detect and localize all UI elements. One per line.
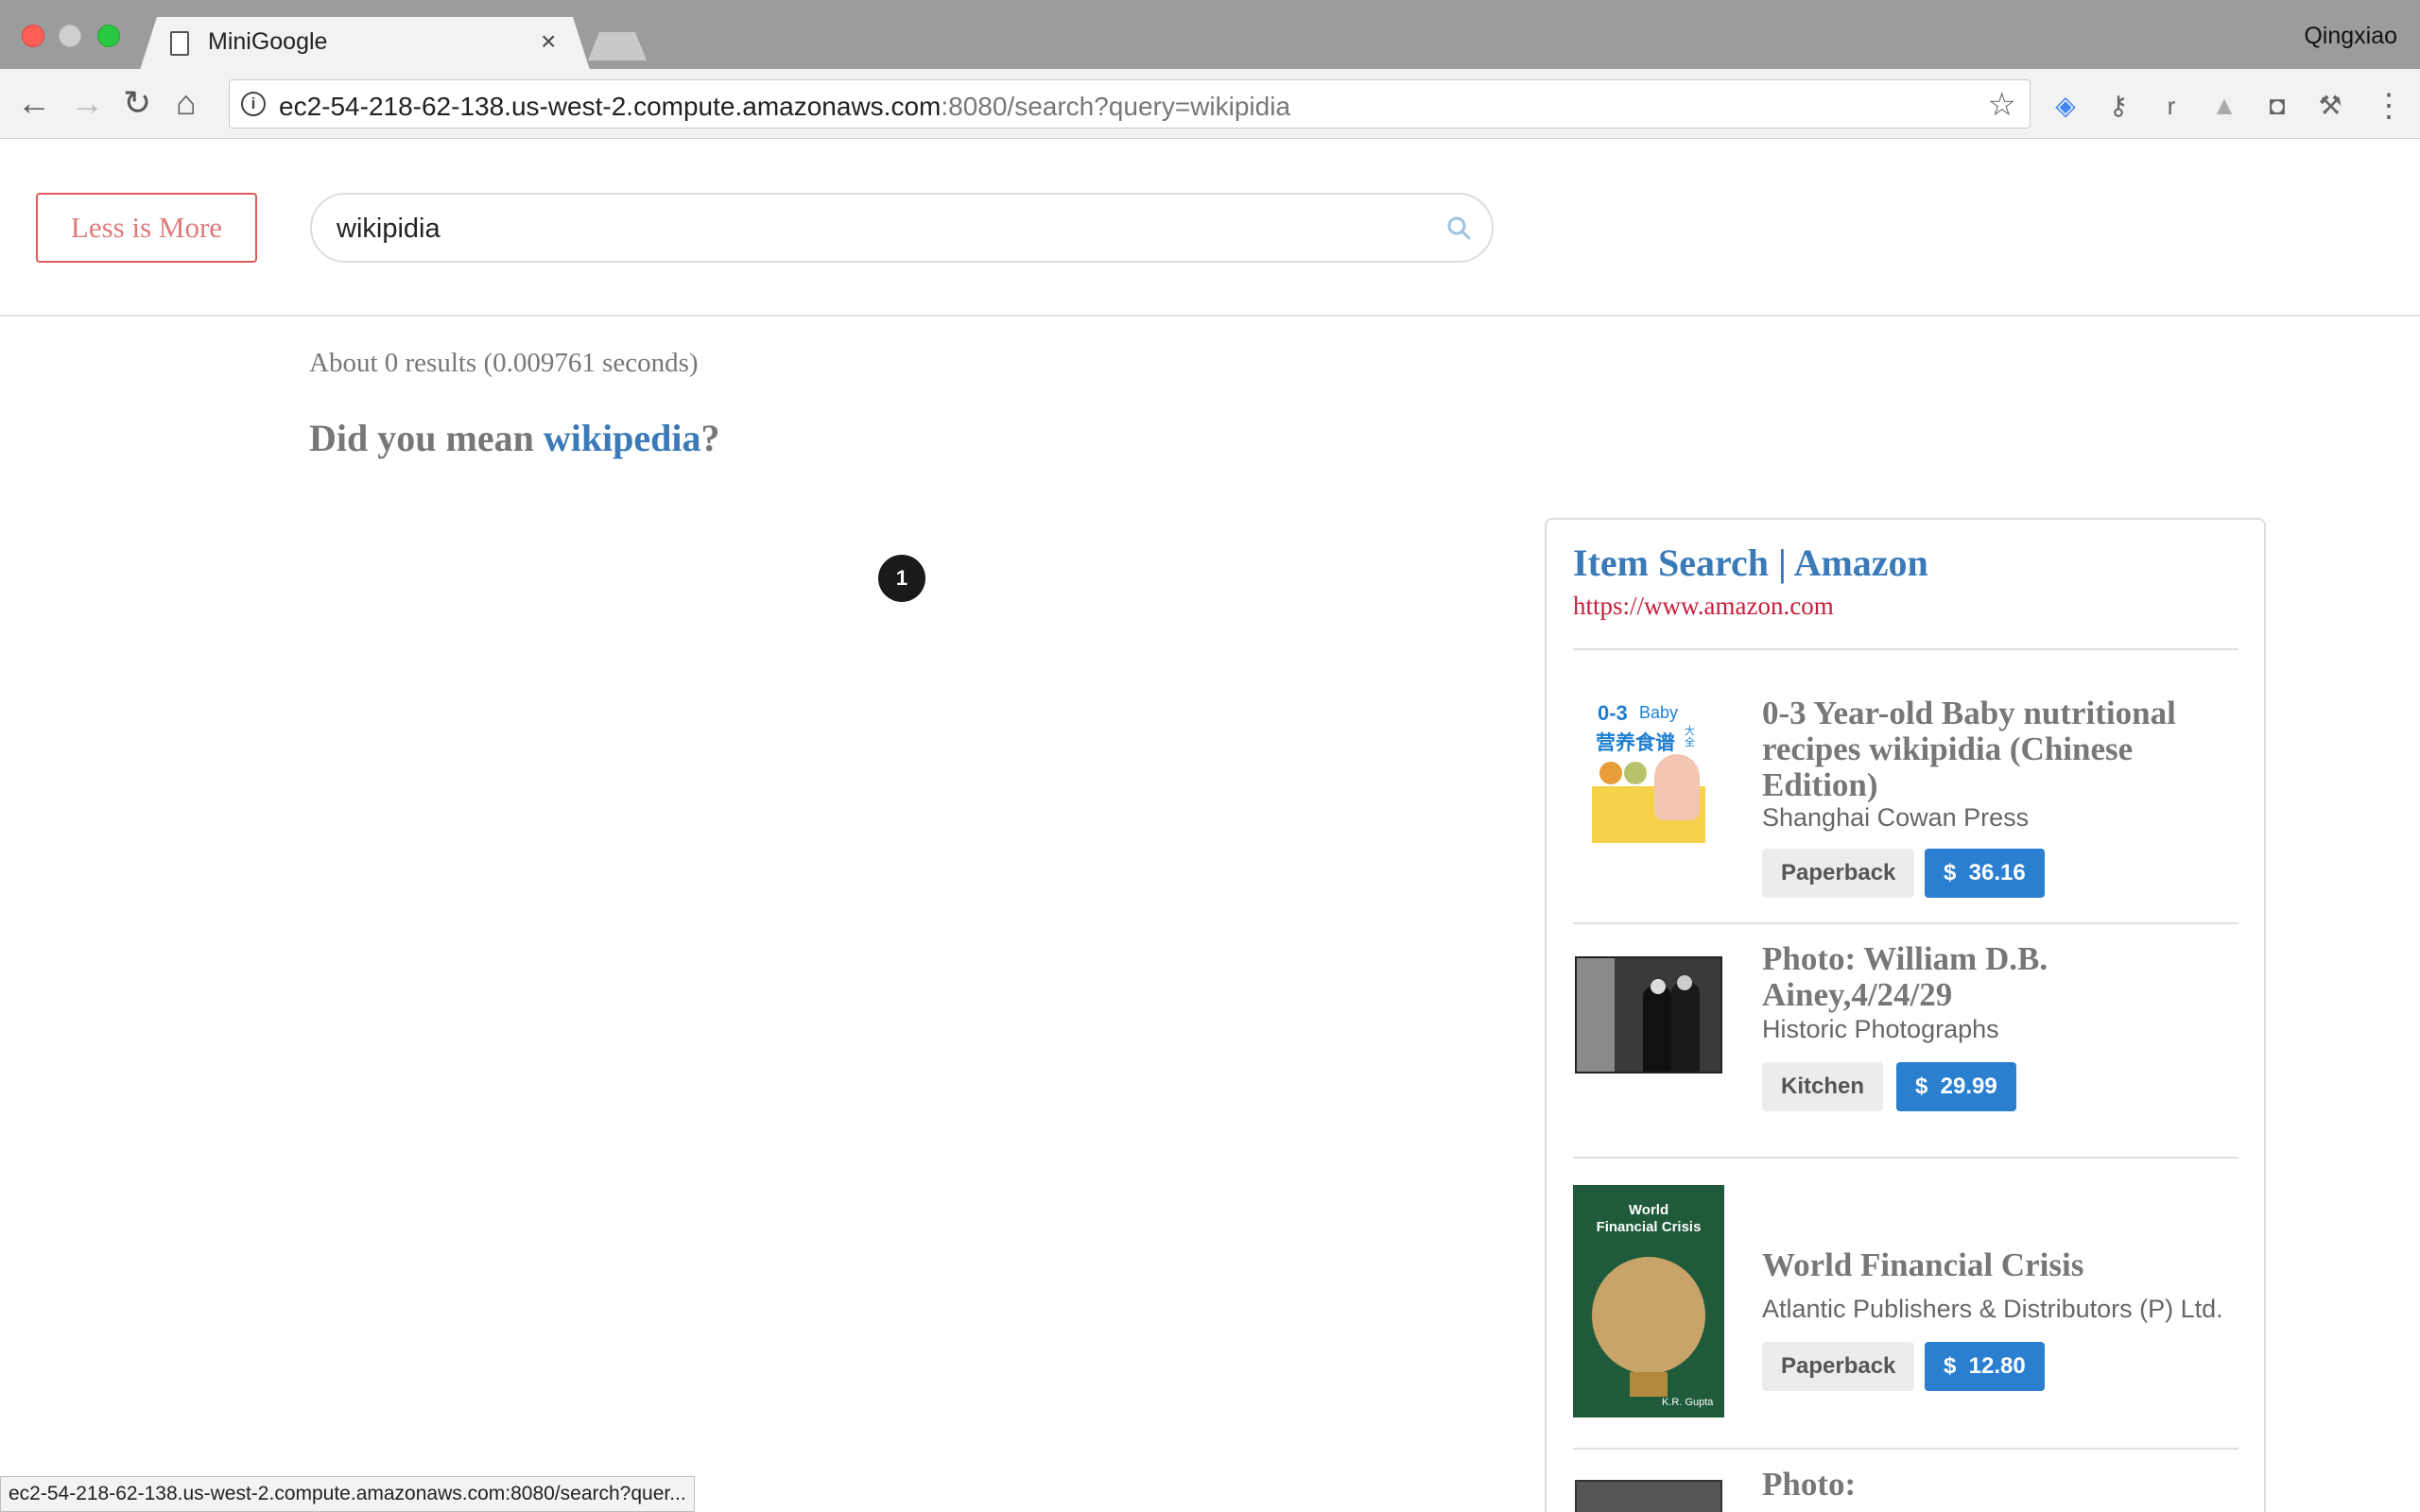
- browser-toolbar: ← → ↻ ⌂ i ec2-54-218-62-138.us-west-2.co…: [0, 69, 2420, 139]
- page-header: Less is More: [0, 140, 2420, 317]
- divider: [1573, 1448, 2238, 1450]
- extension-bulb-icon[interactable]: ◘: [2261, 90, 2293, 122]
- item-binding-tag: Paperback: [1762, 1342, 1915, 1391]
- cover-text: World: [1628, 1202, 1669, 1218]
- new-tab-button[interactable]: [588, 32, 647, 60]
- amazon-item: Photo: William D.B. Ainey,4/24/29 Histor…: [1573, 941, 2244, 1159]
- item-title-link[interactable]: 0-3 Year-old Baby nutritional recipes wi…: [1762, 696, 2235, 803]
- search-icon[interactable]: [1446, 215, 1471, 240]
- bookmark-star-icon[interactable]: ☆: [1988, 86, 2016, 124]
- did-you-mean-suffix: ?: [700, 417, 720, 459]
- url-path: :8080/search?query=wikipidia: [941, 92, 1291, 121]
- extension-shield-icon[interactable]: ◈: [2049, 90, 2082, 122]
- did-you-mean-prefix: Did you mean: [309, 417, 544, 459]
- cover-text: 0-3: [1598, 701, 1628, 725]
- search-input[interactable]: [337, 214, 1424, 245]
- item-binding-tag: Kitchen: [1762, 1062, 1884, 1111]
- item-binding-tag: Paperback: [1762, 849, 1915, 898]
- home-icon[interactable]: ⌂: [176, 84, 197, 122]
- item-thumbnail[interactable]: 0-3 Baby 营养食谱 大全: [1592, 692, 1705, 843]
- url-host: ec2-54-218-62-138.us-west-2.compute.amaz…: [279, 92, 942, 121]
- item-thumbnail[interactable]: [1575, 956, 1722, 1074]
- forward-arrow-icon[interactable]: →: [70, 84, 104, 122]
- did-you-mean: Did you mean wikipedia?: [309, 416, 720, 460]
- cover-text: Financial Crisis: [1596, 1219, 1702, 1235]
- extension-tool-icon[interactable]: ⚒: [2314, 90, 2346, 122]
- browser-titlebar: MiniGoogle × Qingxiao: [0, 0, 2420, 69]
- amazon-item: Photo:: [1573, 1467, 2244, 1512]
- item-thumbnail[interactable]: [1575, 1480, 1722, 1512]
- search-box[interactable]: [310, 193, 1494, 263]
- panel-title-link[interactable]: Item Search | Amazon: [1573, 541, 1928, 585]
- extension-lock-icon[interactable]: ⚷: [2102, 90, 2135, 122]
- item-title-link[interactable]: World Financial Crisis: [1762, 1247, 2235, 1283]
- back-arrow-icon[interactable]: ←: [17, 84, 51, 122]
- page-document-icon: [170, 31, 189, 56]
- cover-text: 营养食谱: [1596, 732, 1675, 754]
- site-info-icon[interactable]: i: [241, 92, 266, 116]
- item-price-badge[interactable]: $ 29.99: [1896, 1062, 2016, 1111]
- divider: [1573, 922, 2238, 924]
- profile-name[interactable]: Qingxiao: [2304, 23, 2397, 50]
- page-number-badge[interactable]: 1: [878, 555, 925, 602]
- item-price-badge[interactable]: $ 36.16: [1925, 849, 2045, 898]
- item-title-link[interactable]: Photo: William D.B. Ainey,4/24/29: [1762, 941, 2235, 1013]
- window-close-button[interactable]: [22, 25, 44, 47]
- result-stats: About 0 results (0.009761 seconds): [309, 348, 699, 378]
- window-minimize-button[interactable]: [59, 25, 81, 47]
- cover-text: K.R. Gupta: [1662, 1397, 1714, 1408]
- tab-title: MiniGoogle: [208, 28, 328, 55]
- divider: [1573, 648, 2238, 650]
- item-publisher: Shanghai Cowan Press: [1762, 803, 2030, 832]
- panel-url[interactable]: https://www.amazon.com: [1573, 592, 1834, 621]
- item-publisher: Atlantic Publishers & Distributors (P) L…: [1762, 1295, 2223, 1323]
- tab-close-icon[interactable]: ×: [541, 26, 556, 57]
- suggestion-link[interactable]: wikipedia: [544, 417, 701, 459]
- amazon-panel: Item Search | Amazon https://www.amazon.…: [1545, 518, 2266, 1512]
- item-thumbnail[interactable]: World Financial Crisis K.R. Gupta: [1573, 1185, 1724, 1418]
- extension-drive-icon[interactable]: ▲: [2208, 90, 2240, 122]
- window-maximize-button[interactable]: [97, 25, 120, 47]
- amazon-item: World Financial Crisis K.R. Gupta World …: [1573, 1185, 2244, 1421]
- item-price-badge[interactable]: $ 12.80: [1925, 1342, 2045, 1391]
- amazon-item: 0-3 Baby 营养食谱 大全 0-3 Year-old Baby nutri…: [1573, 671, 2244, 907]
- reload-icon[interactable]: ↻: [123, 84, 151, 122]
- browser-menu-icon[interactable]: ⋮: [2373, 90, 2405, 122]
- cover-text: Baby: [1639, 703, 1679, 722]
- extension-r-icon[interactable]: r: [2155, 90, 2187, 122]
- item-publisher: Historic Photographs: [1762, 1015, 1999, 1043]
- item-title-link[interactable]: Photo:: [1762, 1467, 2235, 1503]
- divider: [1573, 1157, 2238, 1159]
- address-bar[interactable]: i ec2-54-218-62-138.us-west-2.compute.am…: [229, 79, 2031, 129]
- url-text[interactable]: ec2-54-218-62-138.us-west-2.compute.amaz…: [279, 92, 1290, 122]
- status-url-bubble: ec2-54-218-62-138.us-west-2.compute.amaz…: [0, 1476, 695, 1512]
- cover-text: 大全: [1685, 726, 1695, 748]
- logo-button[interactable]: Less is More: [36, 193, 257, 263]
